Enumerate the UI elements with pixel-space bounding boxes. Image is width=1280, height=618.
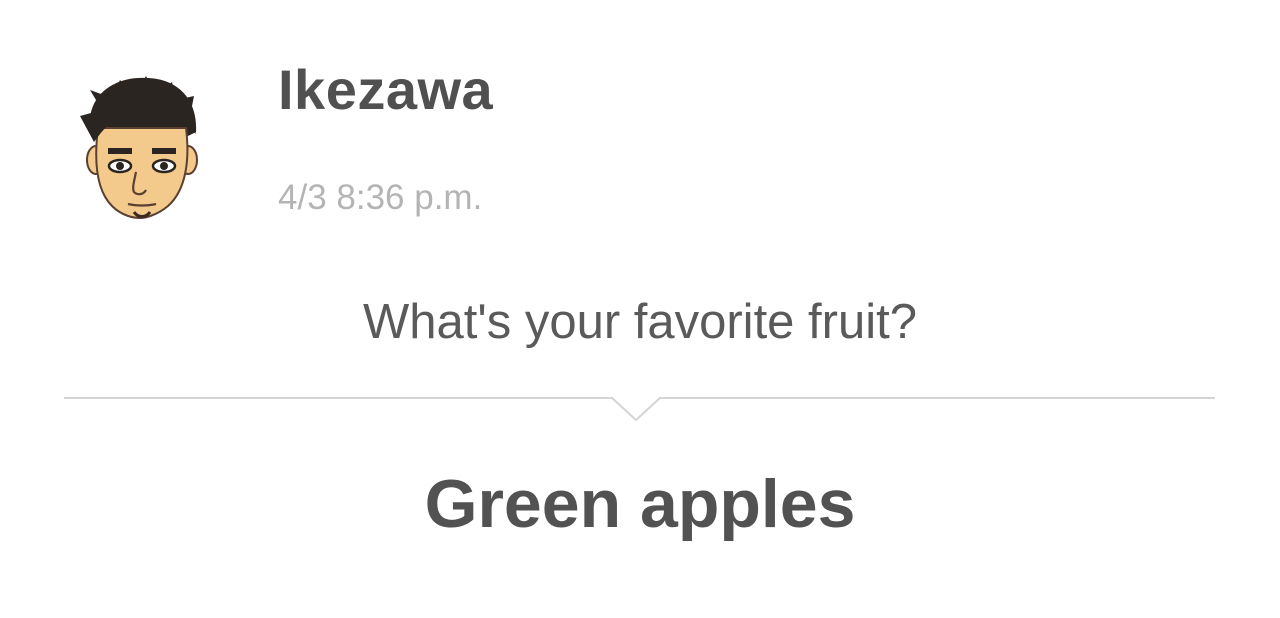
author-name[interactable]: Ikezawa xyxy=(278,62,493,118)
post-card: Ikezawa 4/3 8:36 p.m. What's your favori… xyxy=(0,0,1280,618)
divider-with-pointer xyxy=(0,384,1280,434)
answer-text: Green apples xyxy=(424,466,856,542)
post-timestamp: 4/3 8:36 p.m. xyxy=(278,178,483,217)
mii-avatar-icon[interactable] xyxy=(72,70,208,222)
question-text: What's your favorite fruit? xyxy=(362,295,917,349)
